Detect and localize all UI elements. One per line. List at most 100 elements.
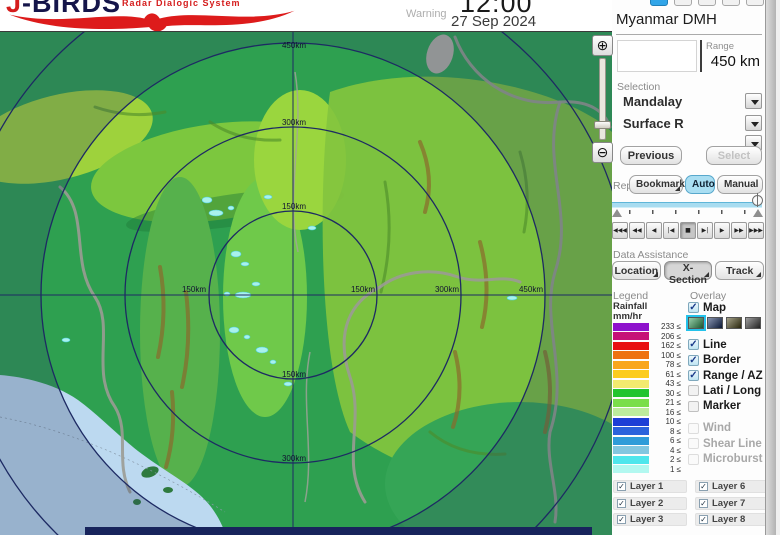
dropdown-arrow-icon[interactable] [745,93,762,109]
window-right-edge [776,0,780,535]
layer-toggles-right: Layer 6 Layer 7 Layer 8 [695,480,765,530]
step-forward-button[interactable]: ▶| [697,222,713,239]
map-style-swatch[interactable] [745,317,761,330]
layer-toggle[interactable]: Layer 2 [613,496,687,510]
checkbox-icon[interactable] [688,339,699,351]
stop-button[interactable]: ■ [680,222,696,239]
overlay-item-marker[interactable]: Marker [688,398,765,413]
checkbox-icon [688,438,699,450]
layer-toggle[interactable]: Layer 8 [695,513,765,526]
step-back-button[interactable]: |◀ [663,222,679,239]
checkbox-icon[interactable] [617,515,626,524]
station-dropdown[interactable]: Mandalay [617,92,765,112]
rainfall-legend: 233 ≤ 206 ≤ 162 ≤ 100 ≤ 78 ≤ 61 ≤ 43 ≤ 3… [613,322,681,474]
checkbox-icon[interactable] [688,302,699,314]
overlay-item-range-az[interactable]: Range / AZ [688,368,765,383]
play-reverse-button[interactable]: ◀ [646,222,662,239]
select-button[interactable]: Select [706,146,762,165]
bottom-window-edge [85,527,592,535]
location-button[interactable]: Location [612,261,661,280]
toolbar-mini-button-5[interactable] [746,0,764,6]
range-display-box [617,40,697,72]
checkbox-icon[interactable] [699,498,708,508]
skip-to-start-button[interactable]: ◀◀◀ [612,222,628,239]
range-label: 450km [519,285,543,294]
radar-map[interactable]: 150km 150km 300km 450km 450km 300km 150k… [0,32,612,535]
legend-color-swatch [613,370,649,379]
toolbar-mini-button-4[interactable] [722,0,740,6]
zoom-slider-thumb[interactable] [594,121,611,129]
zoom-out-button[interactable]: ⊖ [592,142,613,163]
checkbox-icon[interactable] [688,385,699,397]
replay-timeline-slider[interactable] [612,202,762,208]
overlay-item-lati-long[interactable]: Lati / Long [688,383,765,398]
layer-toggle[interactable]: Layer 3 [613,513,687,526]
eagle-logo-icon [9,10,295,31]
range-label: 150km [282,370,306,379]
legend-entry: 162 ≤ [613,341,681,351]
legend-entry: 6 ≤ [613,436,681,446]
checkbox-icon[interactable] [699,515,708,524]
slider-marker-icon [612,209,622,217]
range-label: 150km [182,285,206,294]
map-style-swatches [686,315,765,332]
overlay-item-border[interactable]: Border [688,353,765,368]
legend-entry: 100 ≤ [613,351,681,361]
overlay-item-map[interactable]: Map [688,300,765,315]
checkbox-icon [688,422,699,434]
station-title: Myanmar DMH [616,11,762,35]
play-button[interactable]: ▶ [714,222,730,239]
corner-fold-icon [675,186,680,191]
layer-toggle[interactable]: Layer 7 [695,496,765,510]
legend-color-swatch [613,379,649,388]
checkbox-icon[interactable] [688,370,699,382]
track-button[interactable]: Track [715,261,765,280]
slider-marker-icon [753,209,763,217]
corner-fold-icon [652,272,658,277]
checkbox-icon[interactable] [688,354,699,366]
overlay-item-line[interactable]: Line [688,337,765,352]
legend-entry: 61 ≤ [613,370,681,380]
overlay-options: Map Line Border Range / AZ Lati / Long M… [686,300,765,467]
toolbar-mini-button-1[interactable] [650,0,668,6]
sidebar-scrollbar[interactable] [765,0,776,535]
timeline-slider-handle[interactable] [752,193,763,207]
skip-to-end-button[interactable]: ▶▶▶ [748,222,764,239]
zoom-in-icon: ⊕ [596,37,609,53]
map-style-swatch[interactable] [686,315,706,332]
previous-button[interactable]: Previous [620,146,682,165]
checkbox-icon[interactable] [617,498,626,508]
manual-replay-button[interactable]: Manual [717,175,763,194]
dropdown-arrow-icon[interactable] [745,115,762,131]
fast-forward-button[interactable]: ▶▶ [731,222,747,239]
x-section-button[interactable]: X-Section [663,261,713,286]
legend-entry: 206 ≤ [613,332,681,342]
corner-fold-icon [756,272,762,277]
layer-toggles-left: Layer 1 Layer 2 Layer 3 [613,480,687,530]
legend-color-swatch [613,465,649,474]
product-dropdown[interactable]: Surface R [617,114,765,134]
control-sidebar: Myanmar DMH Range 450 km Selection Manda… [612,0,765,535]
range-label: 450km [282,41,306,50]
checkbox-icon[interactable] [699,482,708,491]
layer-toggle[interactable]: Layer 6 [695,480,765,493]
bookmark-button[interactable]: Bookmark [629,175,685,194]
layer-toggle[interactable]: Layer 1 [613,480,687,493]
zoom-slider[interactable] [594,58,611,140]
legend-color-swatch [613,417,649,426]
radar-application-window: 150km 150km 300km 450km 450km 300km 150k… [0,0,780,535]
fast-rewind-button[interactable]: ◀◀ [629,222,645,239]
zoom-in-button[interactable]: ⊕ [592,35,613,56]
auto-replay-button[interactable]: Auto [685,175,715,194]
overlay-item-microburst: Microburst [688,451,765,466]
map-style-swatch[interactable] [726,317,742,330]
toolbar-mini-button-2[interactable] [674,0,692,6]
toolbar-mini-button-3[interactable] [698,0,716,6]
legend-entry: 43 ≤ [613,379,681,389]
header-bar: J-BIRDS Radar Dialogic System Warning 12… [0,0,612,32]
checkbox-icon[interactable] [617,482,626,491]
legend-color-swatch [613,341,649,350]
map-style-swatch[interactable] [707,317,723,330]
legend-color-swatch [613,398,649,407]
checkbox-icon[interactable] [688,400,699,412]
